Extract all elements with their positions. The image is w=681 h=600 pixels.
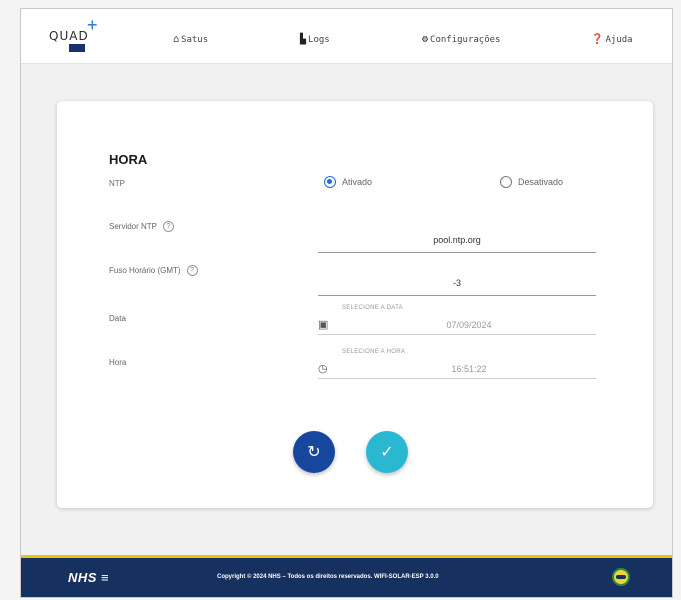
footer: NHS ≡ Copyright © 2024 NHS – Todos os di… [21,555,672,597]
time-value: 16:51:22 [451,364,487,374]
nav-status[interactable]: ⌂ Satus [173,34,208,45]
radio-unchecked-icon [500,176,512,188]
nav-configuracoes[interactable]: ⚙ Configurações [422,34,500,45]
timezone-label-text: Fuso Horário (GMT) [109,266,181,275]
nav-logs[interactable]: ▙ Logs [300,34,330,45]
nav-configuracoes-label: Configurações [430,34,501,45]
help-icon[interactable]: ? [186,265,198,276]
refresh-icon: ↻ [307,444,321,461]
nhs-logo: NHS ≡ [68,570,110,585]
date-label-text: Data [109,314,126,323]
logo-star-icon: + [87,15,98,35]
date-label: Data [109,314,126,323]
ntp-radio-enabled[interactable]: Ativado [324,176,372,188]
radio-checked-icon [324,176,336,188]
server-label: Servidor NTP ? [109,221,175,232]
time-settings-card: HORA NTP Ativado Desativado Servidor NTP… [57,101,653,508]
timezone-label: Fuso Horário (GMT) ? [109,265,198,276]
section-title: HORA [109,152,148,167]
nav-logs-label: Logs [308,34,330,45]
date-caption: SELECIONE A DATA [342,305,403,311]
clock-icon: ◷ [318,363,328,375]
ntp-server-input[interactable]: pool.ntp.org [318,227,596,253]
confirm-button[interactable]: ✓ [366,431,408,473]
nav-ajuda[interactable]: ❓ Ajuda [591,34,633,45]
time-caption: SELECIONE A HORA [342,349,406,355]
top-navbar: QUAD + ⌂ Satus ▙ Logs ⚙ Configurações ❓ … [21,9,672,64]
time-picker[interactable]: ◷ SELECIONE A HORA 16:51:22 [318,349,596,379]
ntp-label: NTP [109,179,125,188]
reset-button[interactable]: ↻ [293,431,335,473]
date-value: 07/09/2024 [446,320,492,330]
emblem-icon [612,568,630,586]
app-window: QUAD + ⌂ Satus ▙ Logs ⚙ Configurações ❓ … [20,8,673,598]
ntp-label-text: NTP [109,179,125,188]
ntp-server-value: pool.ntp.org [433,235,481,245]
calendar-icon: ▣ [318,319,329,331]
timezone-input[interactable]: -3 [318,270,596,296]
ntp-enabled-label: Ativado [342,177,373,187]
ntp-disabled-label: Desativado [518,177,564,187]
gears-icon: ⚙ [422,34,429,45]
house-icon: ⌂ [173,34,180,45]
logo-text: QUAD [49,29,89,43]
time-label: Hora [109,358,126,367]
copyright-text: Copyright © 2024 NHS – Todos os direitos… [217,574,439,580]
check-icon: ✓ [380,444,394,461]
logo-badge [69,44,85,52]
help-icon[interactable]: ? [163,221,175,232]
date-picker[interactable]: ▣ SELECIONE A DATA 07/09/2024 [318,305,596,335]
nav-status-label: Satus [181,34,209,45]
quad-logo[interactable]: QUAD + [49,15,115,57]
timezone-value: -3 [452,278,461,288]
help-circle-icon: ❓ [591,34,604,45]
nav-ajuda-label: Ajuda [605,34,633,45]
file-icon: ▙ [300,34,307,45]
ntp-radio-disabled[interactable]: Desativado [500,176,563,188]
time-label-text: Hora [109,358,127,367]
server-label-text: Servidor NTP [109,222,158,231]
